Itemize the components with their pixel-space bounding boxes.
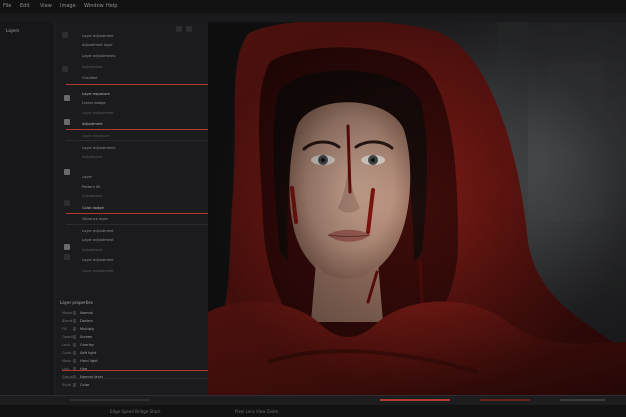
property-row[interactable]: Mask Hard light [62, 358, 208, 366]
layer-row[interactable]: Adjustment [82, 65, 103, 69]
folder-icon[interactable] [62, 32, 68, 38]
menu-help[interactable]: Help [106, 3, 117, 9]
layer-row[interactable]: Layer adjustment [82, 111, 114, 115]
layer-row[interactable]: Adjustment layer [82, 43, 113, 47]
layers-panel: Layers Layer adjustment Adjustment layer… [0, 22, 208, 395]
dropdown-icon [73, 327, 76, 331]
menu-edit[interactable]: Edit [20, 3, 30, 9]
property-value: Soft light [80, 351, 97, 355]
layer-row[interactable]: Adjustment [82, 248, 103, 252]
property-key: Style [62, 383, 72, 387]
layer-row[interactable]: Layer exposure [82, 92, 110, 96]
property-value: Multiply [80, 327, 95, 331]
eye-icon[interactable] [64, 119, 70, 125]
layer-row[interactable]: Pattern fill [82, 185, 100, 189]
row-divider [62, 378, 208, 379]
timeline-segment[interactable] [70, 399, 150, 401]
dropdown-icon [73, 311, 76, 315]
dropdown-icon [73, 335, 76, 339]
menu-icon[interactable] [186, 26, 192, 32]
layer-row[interactable]: Adjustment [82, 155, 103, 159]
gear-icon[interactable] [176, 26, 182, 32]
menu-view[interactable]: View [40, 3, 52, 9]
layer-row[interactable]: Layer adjustment [82, 229, 114, 233]
property-value: Color [80, 383, 90, 387]
canvas-image[interactable] [208, 22, 626, 395]
menu-window[interactable]: Window [84, 3, 104, 9]
selection-divider [62, 370, 208, 371]
property-value: Hard light [80, 359, 98, 363]
dropdown-icon [73, 359, 76, 363]
dropdown-icon [73, 343, 76, 347]
layer-row[interactable]: Layer adjustments [82, 54, 115, 58]
mask-icon[interactable] [64, 254, 70, 260]
layer-row[interactable]: Layer adjustment [82, 34, 114, 38]
layer-row[interactable]: Vibrance layer [82, 217, 108, 221]
dropdown-icon [73, 383, 76, 387]
eye-icon[interactable] [64, 244, 70, 250]
property-key: Mode [62, 311, 72, 315]
menu-image[interactable]: Image [60, 3, 76, 9]
panel-title: Layers [6, 28, 20, 33]
row-divider [66, 140, 208, 141]
property-value: Normal [80, 311, 94, 315]
row-divider [66, 224, 208, 225]
property-row[interactable]: Opacity Screen [62, 334, 208, 342]
dropdown-icon [73, 319, 76, 323]
property-value: Screen [80, 335, 93, 339]
property-key: Fill [62, 327, 67, 331]
layer-row[interactable]: Layer adjustment [82, 269, 114, 273]
layer-row[interactable]: Layer [82, 175, 92, 179]
status-bar: Edge Speed Bridge Stack Pixel Lens View … [0, 405, 626, 417]
property-key: Mask [62, 359, 72, 363]
menu-file[interactable]: File [3, 3, 11, 9]
layer-row[interactable]: Gradient [82, 76, 98, 80]
property-value: Overlay [80, 343, 94, 347]
tool-gutter: Layers [0, 22, 55, 395]
selection-divider [66, 213, 208, 214]
property-row[interactable]: Fill Multiply [62, 326, 208, 334]
property-row[interactable]: Lock Overlay [62, 342, 208, 350]
status-left: Edge Speed Bridge Stack [110, 409, 161, 414]
properties-title: Layer properties [60, 300, 93, 305]
selection-divider [66, 84, 208, 85]
layer-row[interactable]: Color dodge [82, 206, 104, 210]
layer-row[interactable]: Linear dodge [82, 101, 106, 105]
eye-icon[interactable] [64, 95, 70, 101]
link-icon[interactable] [64, 200, 70, 206]
layer-row[interactable]: Layer adjustment [82, 238, 114, 242]
menu-bar: File Edit View Image Window Help [0, 0, 626, 23]
property-value: Darken [80, 319, 93, 323]
portrait-photo [208, 22, 626, 395]
timeline-segment[interactable] [560, 399, 605, 401]
property-row[interactable]: Mode Normal [62, 310, 208, 318]
property-row[interactable]: Style Color [62, 382, 208, 390]
layer-icon[interactable] [62, 66, 68, 72]
property-row[interactable]: Color Soft light [62, 350, 208, 358]
layer-row[interactable]: Adjustment [82, 122, 103, 126]
dropdown-icon [73, 351, 76, 355]
layer-row[interactable]: Layer adjustments [82, 146, 115, 150]
property-key: Lock [62, 343, 71, 347]
property-key: Color [62, 351, 72, 355]
selection-divider [66, 129, 208, 130]
layer-row[interactable]: Adjustment [82, 194, 103, 198]
property-key: Blend [62, 319, 73, 323]
layer-row[interactable]: Layer exposure [82, 134, 110, 138]
eye-icon[interactable] [64, 169, 70, 175]
layer-row[interactable]: Layer adjustment [82, 258, 114, 262]
timeline-segment[interactable] [380, 399, 450, 401]
status-right: Pixel Lens View Zoom [235, 409, 279, 414]
property-row[interactable]: Blend Darken [62, 318, 208, 326]
timeline-segment[interactable] [480, 399, 530, 401]
